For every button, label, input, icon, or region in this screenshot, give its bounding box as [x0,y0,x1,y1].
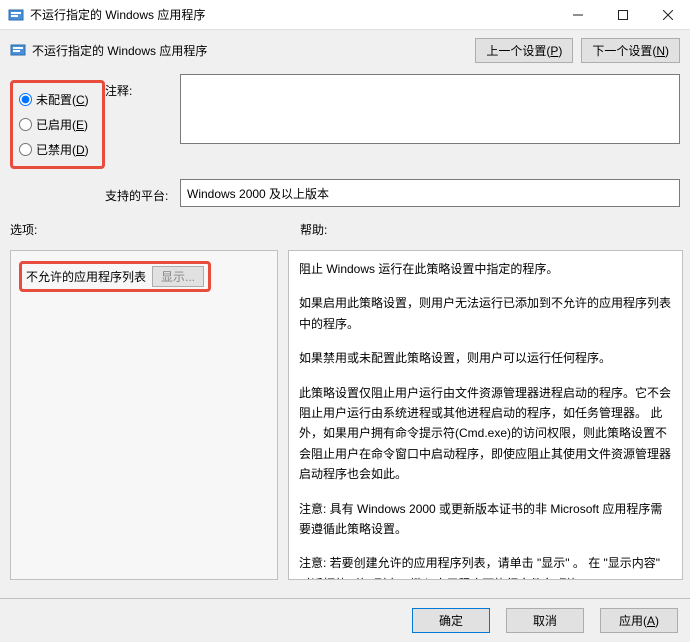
radio-not-configured-label: 未配置(C) [36,91,89,108]
radio-disabled-label: 已禁用(D) [36,141,89,158]
window-title: 不运行指定的 Windows 应用程序 [30,6,555,23]
policy-icon [10,42,26,58]
header-bar: 不运行指定的 Windows 应用程序 上一个设置(P) 下一个设置(N) [0,30,690,70]
help-text: 注意: 若要创建允许的应用程序列表，请单击 "显示" 。 在 "显示内容" 对话… [299,553,672,580]
radio-disabled-input[interactable] [19,143,32,156]
close-button[interactable] [645,0,690,30]
next-setting-button[interactable]: 下一个设置(N) [581,38,680,63]
help-text: 此策略设置仅阻止用户运行由文件资源管理器进程启动的程序。它不会阻止用户运行由系统… [299,383,672,485]
options-header: 选项: [10,221,300,238]
help-panel: 阻止 Windows 运行在此策略设置中指定的程序。 如果启用此策略设置，则用户… [288,250,683,580]
supported-on-label: 支持的平台: [105,179,180,204]
annotation-label: 注释: [105,74,180,99]
help-text: 如果禁用或未配置此策略设置，则用户可以运行任何程序。 [299,348,672,368]
cancel-button[interactable]: 取消 [506,608,584,633]
titlebar: 不运行指定的 Windows 应用程序 [0,0,690,30]
apply-button[interactable]: 应用(A) [600,608,678,633]
annotation-field[interactable] [180,74,680,144]
policy-icon [8,7,24,23]
radio-enabled[interactable]: 已启用(E) [17,112,98,137]
disallowed-list-row: 不允许的应用程序列表 显示... [19,261,211,292]
ok-button[interactable]: 确定 [412,608,490,633]
dialog-footer: 确定 取消 应用(A) [0,598,690,642]
page-title: 不运行指定的 Windows 应用程序 [32,42,475,59]
prev-setting-button[interactable]: 上一个设置(P) [475,38,573,63]
minimize-button[interactable] [555,0,600,30]
state-radio-group: 未配置(C) 已启用(E) 已禁用(D) [10,80,105,169]
radio-disabled[interactable]: 已禁用(D) [17,137,98,162]
help-text: 如果启用此策略设置，则用户无法运行已添加到不允许的应用程序列表中的程序。 [299,293,672,334]
radio-enabled-label: 已启用(E) [36,116,88,133]
show-button[interactable]: 显示... [152,266,204,287]
help-header: 帮助: [300,221,680,238]
disallowed-list-label: 不允许的应用程序列表 [26,268,146,285]
help-text: 阻止 Windows 运行在此策略设置中指定的程序。 [299,259,672,279]
radio-not-configured-input[interactable] [19,93,32,106]
supported-on-value: Windows 2000 及以上版本 [187,185,329,202]
mid-headers: 选项: 帮助: [0,215,690,250]
supported-on-field: Windows 2000 及以上版本 [180,179,680,207]
radio-enabled-input[interactable] [19,118,32,131]
radio-not-configured[interactable]: 未配置(C) [17,87,98,112]
options-panel: 不允许的应用程序列表 显示... [10,250,278,580]
policy-state-section: 未配置(C) 已启用(E) 已禁用(D) 注释: 支持的平台: Windows … [0,70,690,215]
maximize-button[interactable] [600,0,645,30]
help-text: 注意: 具有 Windows 2000 或更新版本证书的非 Microsoft … [299,499,672,540]
